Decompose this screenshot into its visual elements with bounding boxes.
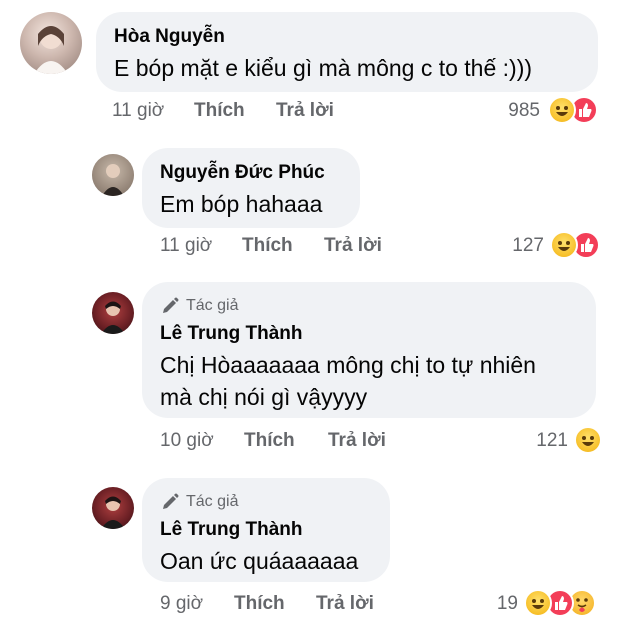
haha-reaction-icon <box>548 96 576 124</box>
reaction-icons[interactable] <box>548 96 608 124</box>
haha-reaction-icon <box>574 426 602 454</box>
comment-text: Oan ức quáaaaaaa <box>160 548 359 574</box>
like-button[interactable]: Thích <box>194 100 245 122</box>
comment-time[interactable]: 9 giờ <box>160 593 203 615</box>
comment-time[interactable]: 11 giờ <box>160 235 212 257</box>
comment-time[interactable]: 10 giờ <box>160 430 214 452</box>
comment-text: Em bóp hahaaa <box>160 191 323 217</box>
avatar-photo-icon <box>92 154 134 196</box>
comment-time[interactable]: 11 giờ <box>112 100 164 122</box>
reaction-count[interactable]: 121 <box>536 430 568 452</box>
pencil-icon <box>163 493 179 509</box>
author-badge-label: Tác giả <box>186 297 239 314</box>
avatar[interactable] <box>92 154 134 196</box>
reply-button[interactable]: Trả lời <box>316 593 374 615</box>
reply-button[interactable]: Trả lời <box>324 235 382 257</box>
comment-text: E bóp mặt e kiểu gì mà mông c to thế :))… <box>114 55 533 81</box>
avatar[interactable] <box>92 292 134 334</box>
avatar[interactable] <box>20 12 82 74</box>
comment-author-name[interactable]: Hòa Nguyễn <box>114 26 225 48</box>
avatar-photo-icon <box>101 301 125 334</box>
reaction-icons[interactable] <box>574 426 604 454</box>
comment-author-name[interactable]: Lê Trung Thành <box>160 519 303 541</box>
haha-reaction-icon <box>550 231 578 259</box>
avatar-photo-icon <box>101 496 125 529</box>
pencil-icon <box>163 297 179 313</box>
like-button[interactable]: Thích <box>242 235 293 257</box>
reaction-count[interactable]: 19 <box>497 593 518 615</box>
comment-text-line-1: Chị Hòaaaaaaa mông chị to tự nhiên <box>160 352 536 378</box>
avatar-photo-icon <box>34 26 68 74</box>
reply-button[interactable]: Trả lời <box>328 430 386 452</box>
reaction-count[interactable]: 985 <box>508 100 540 122</box>
comment-author-name[interactable]: Nguyễn Đức Phúc <box>160 162 325 184</box>
reaction-icons[interactable] <box>550 231 610 259</box>
reaction-icons[interactable] <box>524 589 610 617</box>
comment-text-line-2: mà chị nói gì vậyyyy <box>160 384 368 410</box>
author-badge-label: Tác giả <box>186 493 239 510</box>
like-button[interactable]: Thích <box>244 430 295 452</box>
reply-button[interactable]: Trả lời <box>276 100 334 122</box>
avatar[interactable] <box>92 487 134 529</box>
reaction-count[interactable]: 127 <box>512 235 544 257</box>
haha-reaction-icon <box>524 589 552 617</box>
comment-author-name[interactable]: Lê Trung Thành <box>160 323 303 345</box>
like-button[interactable]: Thích <box>234 593 285 615</box>
author-badge: Tác giả <box>160 296 238 316</box>
author-badge: Tác giả <box>160 492 238 512</box>
